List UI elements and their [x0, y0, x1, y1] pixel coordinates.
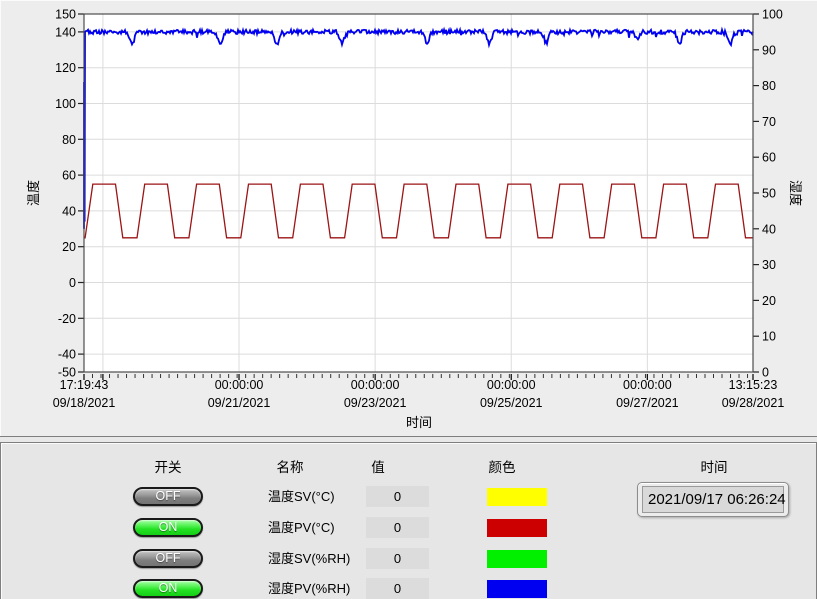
temp-sv-label: 温度SV(°C) — [268, 486, 335, 508]
x-tick-date: 09/27/2021 — [616, 396, 679, 410]
app-window: 150140120100806040200-20-40-501009080706… — [0, 0, 817, 599]
temp-pv-color-swatch — [487, 519, 547, 537]
y-right-tick-label: 60 — [762, 151, 776, 165]
y-right-tick-label: 30 — [762, 258, 776, 272]
y-left-tick-label: 140 — [55, 25, 76, 39]
y-left-tick-label: 60 — [62, 169, 76, 183]
temp-pv-toggle[interactable]: ON — [133, 518, 203, 537]
y-right-tick-label: 70 — [762, 115, 776, 129]
y-right-tick-label: 80 — [762, 79, 776, 93]
temp-pv-value: 0 — [366, 517, 429, 538]
temp-sv-toggle[interactable]: OFF — [133, 487, 203, 506]
x-tick-time: 00:00:00 — [351, 378, 400, 392]
y-left-axis-title: 温度 — [26, 180, 41, 206]
y-left-tick-label: -40 — [58, 348, 76, 362]
x-tick-time: 00:00:00 — [215, 378, 264, 392]
control-panel: 开关 名称 值 颜色 时间 OFF 温度SV(°C) 0 ON 温度PV(°C)… — [0, 442, 817, 599]
x-tick-date: 09/23/2021 — [344, 396, 407, 410]
humidity-pv-label: 湿度PV(%RH) — [268, 578, 350, 599]
y-right-tick-label: 100 — [762, 8, 783, 22]
y-left-tick-label: 0 — [69, 276, 76, 290]
x-tick-time: 00:00:00 — [623, 378, 672, 392]
x-tick-date: 09/21/2021 — [208, 396, 271, 410]
humidity-pv-color-swatch — [487, 580, 547, 598]
column-header-name: 名称 — [277, 456, 304, 476]
humidity-sv-value: 0 — [366, 548, 429, 569]
x-tick-time: 13:15:23 — [729, 378, 778, 392]
y-right-tick-label: 40 — [762, 222, 776, 236]
y-left-tick-label: 100 — [55, 97, 76, 111]
y-left-tick-label: -20 — [58, 312, 76, 326]
y-left-tick-label: 20 — [62, 240, 76, 254]
x-tick-date: 09/25/2021 — [480, 396, 543, 410]
humidity-sv-toggle[interactable]: OFF — [133, 549, 203, 568]
humidity-pv-value: 0 — [366, 578, 429, 599]
y-right-tick-label: 10 — [762, 330, 776, 344]
y-right-tick-label: 20 — [762, 294, 776, 308]
y-right-tick-label: 50 — [762, 187, 776, 201]
column-header-switch: 开关 — [155, 456, 182, 476]
x-tick-date: 09/28/2021 — [722, 396, 785, 410]
x-tick-time: 17:19:43 — [60, 378, 109, 392]
y-left-tick-label: 80 — [62, 133, 76, 147]
trend-chart: 150140120100806040200-20-40-501009080706… — [0, 0, 817, 436]
temp-sv-color-swatch — [487, 488, 547, 506]
x-tick-date: 09/18/2021 — [53, 396, 116, 410]
y-left-tick-label: 150 — [55, 8, 76, 22]
trend-chart-section: 150140120100806040200-20-40-501009080706… — [0, 0, 817, 437]
humidity-sv-label: 湿度SV(%RH) — [268, 548, 350, 570]
temp-sv-value: 0 — [366, 486, 429, 507]
humidity-sv-color-swatch — [487, 550, 547, 568]
panel-row-humidity-sv: OFF 湿度SV(%RH) 0 — [1, 548, 816, 570]
column-header-time: 时间 — [701, 456, 728, 476]
datetime-display-frame: 2021/09/17 06:26:24 — [637, 482, 789, 517]
x-tick-time: 00:00:00 — [487, 378, 536, 392]
y-right-axis-title: 湿度 — [788, 180, 803, 206]
temp-pv-label: 温度PV(°C) — [268, 517, 335, 539]
column-header-value: 值 — [371, 456, 385, 476]
column-header-color: 颜色 — [489, 456, 516, 476]
datetime-display: 2021/09/17 06:26:24 — [642, 486, 784, 513]
humidity-pv-toggle[interactable]: ON — [133, 579, 203, 598]
y-left-tick-label: 40 — [62, 204, 76, 218]
y-left-tick-label: 120 — [55, 61, 76, 75]
panel-row-humidity-pv: ON 湿度PV(%RH) 0 — [1, 578, 816, 599]
x-axis-title: 时间 — [406, 415, 432, 430]
panel-row-temp-pv: ON 温度PV(°C) 0 — [1, 517, 816, 539]
y-right-tick-label: 90 — [762, 43, 776, 57]
